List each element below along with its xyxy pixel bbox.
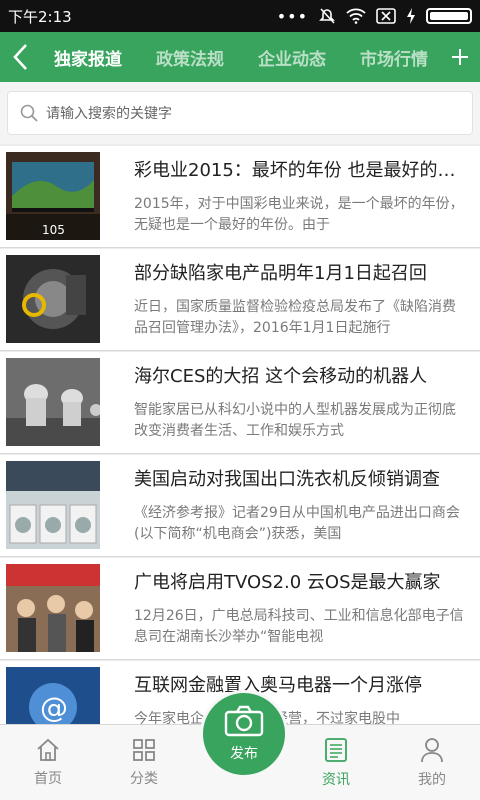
article-desc: 智能家居已从科幻小说中的人型机器发展成为正彻底改变消费者生活、工作和娱乐方式 <box>134 402 456 439</box>
article-desc: 2015年，对于中国彩电业来说，是一个最坏的年份，无疑也是一个最好的年份。由于 <box>134 196 464 233</box>
list-item[interactable]: 海尔CES的大招 这个会移动的机器人 智能家居已从科幻小说中的人型机器发展成为正… <box>0 352 480 454</box>
tab-policy[interactable]: 政策法规 <box>156 45 224 70</box>
article-thumbnail <box>6 461 100 549</box>
status-icons: ••• <box>277 7 472 26</box>
article-thumbnail <box>6 564 100 652</box>
nav-mine-label: 我的 <box>418 771 446 788</box>
mute-icon <box>319 8 335 24</box>
news-icon <box>325 737 347 762</box>
article-text: 海尔CES的大招 这个会移动的机器人 智能家居已从科幻小说中的人型机器发展成为正… <box>134 358 480 453</box>
category-tabs: 独家报道 政策法规 企业动态 市场行情 <box>40 45 480 70</box>
article-text: 美国启动对我国出口洗衣机反倾销调查 《经济参考报》记者29日从中国机电产品进出口… <box>134 461 480 556</box>
article-title: 彩电业2015：最坏的年份 也是最好的年份 <box>134 160 474 181</box>
article-title: 美国启动对我国出口洗衣机反倾销调查 <box>134 469 440 490</box>
more-dots-icon: ••• <box>276 6 308 26</box>
article-desc: 《经济参考报》记者29日从中国机电产品进出口商会(以下简称“机电商会”)获悉，美… <box>134 505 460 542</box>
grid-icon <box>133 738 155 761</box>
home-icon <box>37 738 59 761</box>
camera-icon <box>224 705 264 737</box>
article-text: 互联网金融置入奥马电器一个月涨停 今年家电企业普遍惨淡经营，不过家电股中 <box>134 667 480 724</box>
article-title: 互联网金融置入奥马电器一个月涨停 <box>134 675 422 696</box>
article-thumbnail: 105 <box>6 152 100 240</box>
search-placeholder: 请输入搜索的关键字 <box>46 106 172 122</box>
article-text: 彩电业2015：最坏的年份 也是最好的年份 2015年，对于中国彩电业来说，是一… <box>134 152 480 247</box>
user-icon <box>421 737 443 762</box>
article-desc: 近日，国家质量监督检验检疫总局发布了《缺陷消费品召回管理办法》，2016年1月1… <box>134 299 456 336</box>
list-item[interactable]: 广电将启用TVOS2.0 云OS是最大赢家 12月26日，广电总局科技司、工业和… <box>0 558 480 660</box>
publish-label: 发布 <box>230 746 258 762</box>
search-input[interactable]: 请输入搜索的关键字 <box>7 91 473 135</box>
chevron-left-icon <box>13 44 27 70</box>
article-text: 广电将启用TVOS2.0 云OS是最大赢家 12月26日，广电总局科技司、工业和… <box>134 564 480 659</box>
nav-home-label: 首页 <box>34 770 62 787</box>
tab-company-news[interactable]: 企业动态 <box>258 45 326 70</box>
article-desc: 12月26日，广电总局科技司、工业和信息化部电子信息司在湖南长沙举办“智能电视 <box>134 608 464 645</box>
sim-off-icon <box>376 8 396 24</box>
nav-category[interactable]: 分类 <box>96 725 192 800</box>
article-title: 部分缺陷家电产品明年1月1日起召回 <box>134 263 427 284</box>
nav-mine[interactable]: 我的 <box>384 725 480 800</box>
back-button[interactable] <box>0 32 40 82</box>
top-nav-bar: 独家报道 政策法规 企业动态 市场行情 <box>0 32 480 82</box>
nav-news[interactable]: 资讯 <box>288 725 384 800</box>
article-title: 广电将启用TVOS2.0 云OS是最大赢家 <box>134 572 441 593</box>
nav-news-label: 资讯 <box>322 771 350 788</box>
article-thumbnail: @ <box>6 667 100 724</box>
tab-market[interactable]: 市场行情 <box>360 45 428 70</box>
battery-icon <box>426 8 472 24</box>
nav-category-label: 分类 <box>130 770 158 787</box>
search-area: 请输入搜索的关键字 <box>0 82 480 144</box>
list-item[interactable]: 105 彩电业2015：最坏的年份 也是最好的年份 2015年，对于中国彩电业来… <box>0 146 480 248</box>
search-icon <box>20 104 38 122</box>
svg-text:105: 105 <box>42 223 65 237</box>
article-text: 部分缺陷家电产品明年1月1日起召回 近日，国家质量监督检验检疫总局发布了《缺陷消… <box>134 255 480 350</box>
status-time: 下午2:13 <box>8 7 72 26</box>
article-thumbnail <box>6 358 100 446</box>
article-desc: 今年家电企业普遍惨淡经营，不过家电股中 <box>134 709 480 724</box>
article-title: 海尔CES的大招 这个会移动的机器人 <box>134 366 428 387</box>
plus-icon <box>452 49 468 65</box>
svg-text:@: @ <box>40 691 68 724</box>
list-item[interactable]: 部分缺陷家电产品明年1月1日起召回 近日，国家质量监督检验检疫总局发布了《缺陷消… <box>0 249 480 351</box>
nav-home[interactable]: 首页 <box>0 725 96 800</box>
charging-icon <box>407 8 415 24</box>
list-item[interactable]: 美国启动对我国出口洗衣机反倾销调查 《经济参考报》记者29日从中国机电产品进出口… <box>0 455 480 557</box>
add-tab-button[interactable] <box>440 32 480 82</box>
wifi-icon <box>346 8 366 24</box>
article-thumbnail <box>6 255 100 343</box>
status-bar: 下午2:13 ••• <box>0 0 480 32</box>
tab-exclusive[interactable]: 独家报道 <box>54 45 122 70</box>
article-list: 105 彩电业2015：最坏的年份 也是最好的年份 2015年，对于中国彩电业来… <box>0 146 480 724</box>
publish-button[interactable]: 发布 <box>200 690 288 778</box>
